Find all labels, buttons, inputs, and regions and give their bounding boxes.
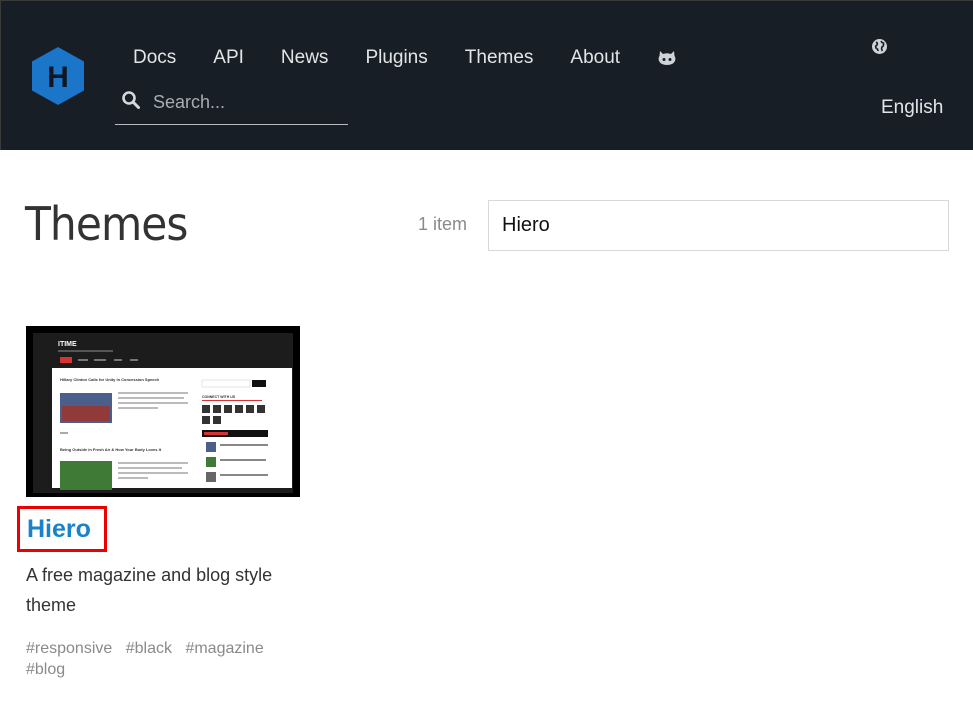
main-nav: Docs API News Plugins Themes About [133,47,677,69]
globe-icon[interactable] [871,38,888,55]
theme-title-highlight: Hiero [17,506,107,552]
item-count: 1 item [418,214,468,234]
tag-blog[interactable]: #blog [26,661,65,678]
tag-responsive[interactable]: #responsive [26,640,112,657]
thumb-post1-title: Hillary Clinton Calls for Unity in Conce… [60,377,160,382]
search-icon [122,91,140,109]
nav-plugins[interactable]: Plugins [365,47,427,69]
thumb-sidebar-heading: CONNECT WITH US [202,395,236,399]
tag-black[interactable]: #black [126,640,172,657]
nav-api[interactable]: API [213,47,244,69]
search-box [115,85,348,125]
nav-themes[interactable]: Themes [465,47,534,69]
search-input[interactable] [153,89,343,115]
nav-docs[interactable]: Docs [133,47,176,69]
hexo-logo[interactable]: H [32,47,84,105]
theme-description: A free magazine and blog style theme [26,565,273,615]
github-icon[interactable] [657,48,677,68]
thumbnail-preview: ITIME Hillary Clinton Calls for Unity in… [26,326,300,497]
theme-thumbnail[interactable]: ITIME Hillary Clinton Calls for Unity in… [26,326,300,497]
language-selector[interactable]: English [881,97,943,119]
nav-about[interactable]: About [570,47,620,69]
theme-tags: #responsive #black #magazine #blog [26,638,296,680]
theme-filter-input[interactable] [488,200,949,251]
thumb-post2-title: Being Outside in Fresh Air & How Your Bo… [60,447,162,452]
tag-magazine[interactable]: #magazine [185,640,263,657]
site-header: H Docs API News Plugins Themes About Eng… [0,0,973,150]
theme-title-link[interactable]: Hiero [27,515,91,543]
nav-news[interactable]: News [281,47,329,69]
thumb-site-title: ITIME [58,341,77,348]
logo-letter: H [47,61,69,94]
page-title: Themes [25,197,188,251]
